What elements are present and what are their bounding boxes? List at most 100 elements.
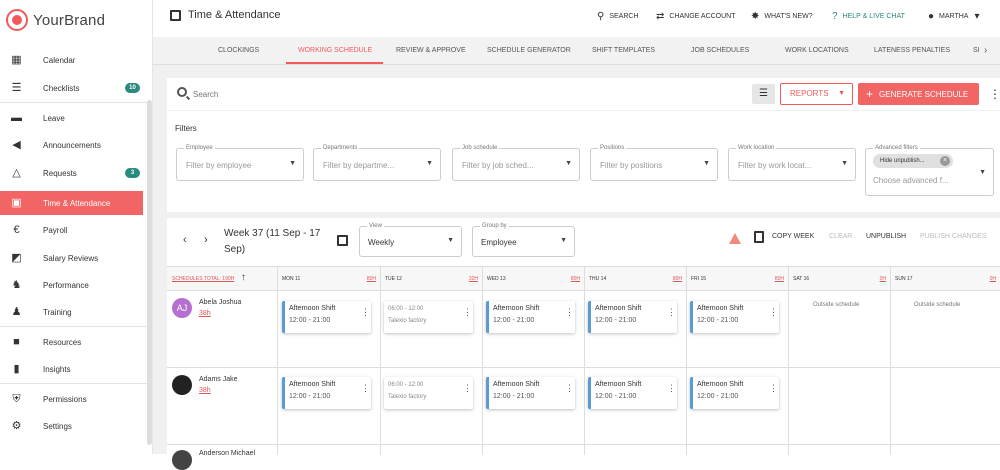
more-vertical-icon[interactable]: ⋮ (565, 308, 574, 317)
tab-more[interactable]: SI (973, 47, 980, 54)
positions-filter[interactable]: Positions Filter by positions ▼ (590, 145, 718, 181)
sidebar-item-leave[interactable]: ▬ Leave (0, 106, 143, 130)
shift-card[interactable]: Afternoon Shift 12:00 - 21:00 ⋮ (282, 377, 371, 409)
more-vertical-icon[interactable]: ⋮ (667, 308, 676, 317)
change-account-button[interactable]: ⇄ CHANGE ACCOUNT (656, 11, 736, 22)
shift-card[interactable]: 06:00 - 12:00 Talexio factory ⋮ (384, 377, 473, 409)
shift-card[interactable]: Afternoon Shift 12:00 - 21:00 ⋮ (486, 301, 575, 333)
shift-card[interactable]: Afternoon Shift 12:00 - 21:00 ⋮ (690, 301, 779, 333)
tab-working-schedule[interactable]: WORKING SCHEDULE (298, 47, 372, 54)
more-vertical-icon[interactable]: ⋮ (361, 384, 370, 393)
tab-clockings[interactable]: CLOCKINGS (218, 47, 259, 54)
avatar-icon: ● (928, 11, 935, 22)
search-button[interactable]: ⚲ SEARCH (597, 11, 639, 22)
leave-icon: ▬ (11, 111, 22, 124)
more-vertical-icon[interactable]: ⋮ (361, 308, 370, 317)
shift-card[interactable]: Afternoon Shift 12:00 - 21:00 ⋮ (282, 301, 371, 333)
active-tab-indicator (286, 62, 383, 64)
tab-shift-templates[interactable]: SHIFT TEMPLATES (592, 47, 655, 54)
tab-schedule-generator[interactable]: SCHEDULE GENERATOR (487, 47, 571, 54)
sort-arrow-icon[interactable]: ↑ (241, 272, 246, 283)
copy-icon (754, 231, 764, 243)
sidebar-item-checklists[interactable]: ☰ Checklists 10 (0, 76, 143, 100)
brand-logo[interactable]: YourBrand (6, 8, 105, 32)
generate-schedule-button[interactable]: + GENERATE SCHEDULE (858, 83, 979, 105)
grid-line (380, 291, 381, 455)
whats-new-button[interactable]: ✸ WHAT'S NEW? (751, 11, 813, 22)
folder-icon: ■ (13, 335, 20, 348)
sidebar-scrollbar[interactable] (147, 100, 152, 445)
next-week-icon[interactable]: › (204, 234, 208, 246)
employee-name[interactable]: Abela Joshua (199, 299, 241, 306)
search-input[interactable] (193, 86, 393, 102)
shift-card[interactable]: Afternoon Shift 12:00 - 21:00 ⋮ (588, 377, 677, 409)
reports-button[interactable]: REPORTS ▼ (780, 83, 853, 105)
more-vertical-icon[interactable]: ⋮ (667, 384, 676, 393)
advanced-filters[interactable]: Advanced filters Hide unpublish... × Choo… (865, 145, 994, 196)
schedules-total[interactable]: SCHEDULES TOTAL: 190H (172, 276, 234, 282)
outside-schedule-label: Outside schedule (813, 302, 860, 308)
sidebar-item-performance[interactable]: ♞ Performance (0, 273, 143, 297)
calendar-icon: ▦ (11, 53, 22, 66)
shift-card[interactable]: Afternoon Shift 12:00 - 21:00 ⋮ (690, 377, 779, 409)
sidebar-item-permissions[interactable]: ⛨ Permissions (0, 387, 143, 411)
work-location-filter[interactable]: Work location Filter by work locat... ▼ (728, 145, 856, 181)
close-icon[interactable]: × (940, 156, 950, 166)
publish-changes-button[interactable]: PUBLISH CHANGES (920, 233, 987, 240)
more-vertical-icon[interactable]: ⋮ (769, 384, 778, 393)
more-vertical-icon[interactable]: ⋮ (463, 308, 472, 317)
grid-line (167, 367, 1000, 368)
filter-chip[interactable]: Hide unpublish... × (873, 154, 953, 168)
sidebar-item-announcements[interactable]: ◀ Announcements (0, 133, 143, 157)
user-menu[interactable]: ● MARTHA ▾ (928, 11, 980, 22)
shift-card[interactable]: Afternoon Shift 12:00 - 21:00 ⋮ (486, 377, 575, 409)
help-live-chat-button[interactable]: ? HELP & LIVE CHAT (832, 11, 905, 22)
view-select[interactable]: View Weekly ▼ (359, 223, 462, 257)
sidebar-item-calendar[interactable]: ▦ Calendar (0, 48, 143, 72)
employee-name[interactable]: Adams Jake (199, 376, 238, 383)
tab-job-schedules[interactable]: JOB SCHEDULES (691, 47, 749, 54)
shift-card[interactable]: 06:00 - 12:00 Talexio factory ⋮ (384, 301, 473, 333)
warning-icon[interactable] (729, 233, 741, 244)
week-title: Week 37 (11 Sep - 17 Sep) (224, 228, 321, 255)
sidebar-item-salary-reviews[interactable]: ◩ Salary Reviews (0, 246, 143, 270)
unpublish-button[interactable]: UNPUBLISH (866, 233, 906, 240)
shift-card[interactable]: Afternoon Shift 12:00 - 21:00 ⋮ (588, 301, 677, 333)
filter-toggle-button[interactable]: ☰ (752, 84, 775, 104)
avatar[interactable] (172, 375, 192, 395)
employee-hours[interactable]: 38h (199, 387, 211, 394)
clear-button[interactable]: CLEAR (829, 233, 852, 240)
filters-heading: Filters (175, 124, 197, 133)
sidebar-item-time-attendance[interactable]: ▣ Time & Attendance (0, 191, 143, 215)
tabs-scroll-right-icon[interactable]: › (984, 45, 987, 56)
caret-down-icon: ▼ (289, 160, 296, 167)
person-icon: ♟ (11, 305, 22, 318)
sidebar-item-settings[interactable]: ⚙ Settings (0, 414, 143, 438)
sidebar-item-payroll[interactable]: € Payroll (0, 218, 143, 242)
avatar[interactable]: AJ (172, 298, 192, 318)
sidebar-item-training[interactable]: ♟ Training (0, 300, 143, 324)
sidebar-item-resources[interactable]: ■ Resources (0, 330, 143, 354)
job-schedule-filter[interactable]: Job schedule Filter by job sched... ▼ (452, 145, 580, 181)
departments-filter[interactable]: Departments Filter by departme... ▼ (313, 145, 441, 181)
week-toolbar: ‹ › Week 37 (11 Sep - 17 Sep) View Weekly… (167, 218, 1000, 266)
more-vertical-icon[interactable]: ⋮ (989, 85, 1000, 103)
running-person-icon: ♞ (11, 278, 22, 291)
tab-work-locations[interactable]: WORK LOCATIONS (785, 47, 849, 54)
more-vertical-icon[interactable]: ⋮ (463, 384, 472, 393)
day-header: SAT 16 0H (788, 267, 890, 291)
sidebar-item-insights[interactable]: ▮ Insights (0, 357, 143, 381)
calendar-icon[interactable] (337, 235, 348, 246)
employee-filter[interactable]: Employee Filter by employee ▼ (176, 145, 304, 181)
tab-lateness-penalties[interactable]: LATENESS PENALTIES (874, 47, 950, 54)
group-by-select[interactable]: Group by Employee ▼ (472, 223, 575, 257)
previous-week-icon[interactable]: ‹ (183, 234, 187, 246)
more-vertical-icon[interactable]: ⋮ (769, 308, 778, 317)
more-vertical-icon[interactable]: ⋮ (565, 384, 574, 393)
sidebar-item-requests[interactable]: △ Requests 3 (0, 161, 143, 185)
avatar[interactable] (172, 450, 192, 470)
tab-review-approve[interactable]: REVIEW & APPROVE (396, 47, 466, 54)
employee-hours[interactable]: 38h (199, 310, 211, 317)
copy-week-button[interactable]: COPY WEEK (772, 233, 814, 240)
grid-line (584, 291, 585, 455)
